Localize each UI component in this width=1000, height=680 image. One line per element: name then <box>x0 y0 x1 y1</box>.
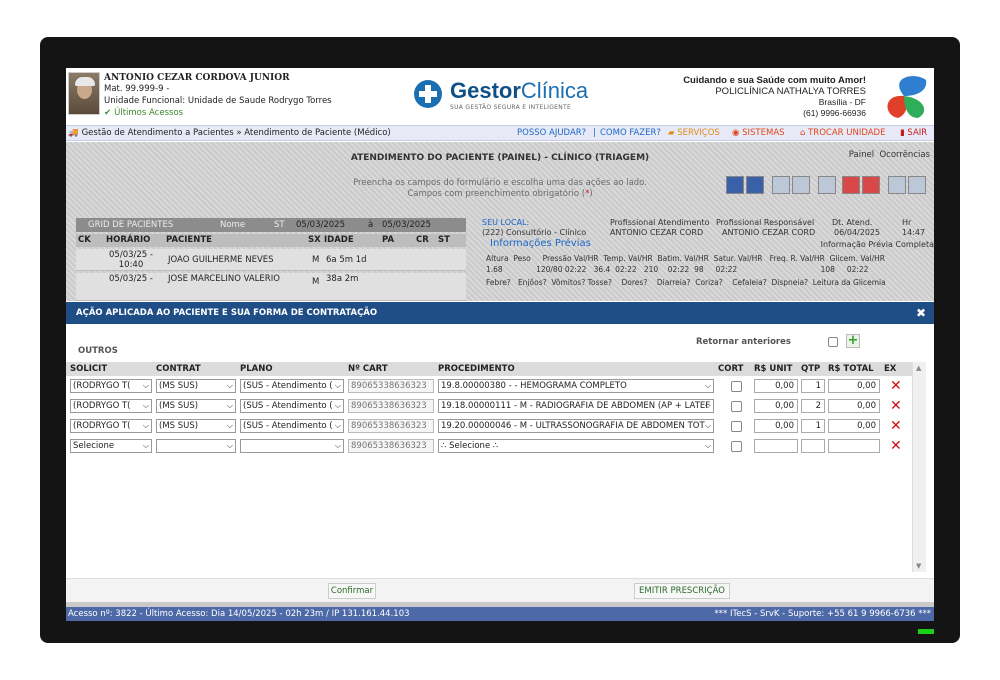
check-icon: ✔ <box>104 108 112 118</box>
panel-title: ATENDIMENTO DO PACIENTE (PAINEL) - CLÍNI… <box>350 153 650 163</box>
search-icon[interactable] <box>888 176 906 194</box>
cart-field[interactable]: 89065338636323 <box>348 379 434 393</box>
medical-cross-icon <box>414 80 442 108</box>
total-field: 0,00 <box>828 379 880 393</box>
modal-header: AÇÃO APLICADA AO PACIENTE E SUA FORMA DE… <box>66 302 934 324</box>
app-screen: ANTONIO CEZAR CORDOVA JUNIOR Mat. 99.999… <box>66 68 934 621</box>
return-previous-checkbox[interactable] <box>828 337 838 347</box>
user-name: ANTONIO CEZAR CORDOVA JUNIOR <box>104 73 290 83</box>
contrat-select[interactable]: ⌵ <box>156 439 236 453</box>
procedure-row: (RODRYGO T(⌵ (MS SUS) ⌵ (SUS - Atendiment… <box>66 419 912 438</box>
total-field <box>828 439 880 453</box>
cart-field[interactable]: 89065338636323 <box>348 439 434 453</box>
clinic-logo-icon <box>887 76 927 118</box>
document-icon[interactable] <box>792 176 810 194</box>
procedure-table-header: SOLICIT CONTRAT PLANO Nº CART PROCEDIMEN… <box>66 362 912 376</box>
services-link[interactable]: ▰ SERVIÇOS <box>668 126 720 140</box>
section-label: OUTROS <box>78 346 118 356</box>
first-page-icon[interactable] <box>726 176 744 194</box>
user-unit: Unidade Funcional: Unidade de Saude Rodr… <box>104 96 332 106</box>
add-row-button[interactable]: + <box>846 334 860 348</box>
procedure-select[interactable]: 19.20.00000046 - M - ULTRASSONOGRAFIA DE… <box>438 419 714 433</box>
unit-price-field[interactable]: 0,00 <box>754 379 798 393</box>
delete-icon[interactable]: ✕ <box>890 419 902 433</box>
delete-icon[interactable]: ✕ <box>890 439 902 453</box>
print-icon[interactable] <box>908 176 926 194</box>
exit-link[interactable]: ▮ SAIR <box>900 126 927 140</box>
plano-select[interactable]: (SUS - Atendimento (⌵ <box>240 399 344 413</box>
quantity-field[interactable]: 1 <box>801 379 825 393</box>
truck-icon: 🚚 <box>68 128 79 138</box>
total-field: 0,00 <box>828 419 880 433</box>
stop-icon[interactable] <box>862 176 880 194</box>
edit-icon[interactable] <box>772 176 790 194</box>
clinic-info: Cuidando e sua Saúde com muito Amor! POL… <box>683 75 866 118</box>
cort-checkbox[interactable] <box>731 381 742 392</box>
procedure-row: (RODRYGO T(⌵ (MS SUS) ⌵ (SUS - Atendiment… <box>66 399 912 418</box>
delete-icon[interactable]: ✕ <box>890 399 902 413</box>
modal-actions: Confirmar EMITIR PRESCRIÇÃO <box>66 578 934 602</box>
patient-grid-columns: CK HORÁRIO PACIENTE SX IDADE PA CR ST <box>76 234 466 247</box>
user-avatar <box>68 72 100 115</box>
patient-row[interactable]: 05/03/25 - JOSE MARCELINO VALERIO M 38a … <box>76 273 466 301</box>
plano-select[interactable]: ⌵ <box>240 439 344 453</box>
solicit-select[interactable]: (RODRYGO T(⌵ <box>70 379 152 393</box>
how-link[interactable]: COMO FAZER? <box>600 126 661 140</box>
unit-price-field[interactable] <box>754 439 798 453</box>
procedure-select[interactable]: 19.18.00000111 - M - RADIOGRAFIA DE ABDO… <box>438 399 714 413</box>
help-link[interactable]: POSSO AJUDAR? <box>517 126 586 140</box>
cancel-icon[interactable] <box>842 176 860 194</box>
power-led <box>918 629 934 634</box>
plano-select[interactable]: (SUS - Atendimento (⌵ <box>240 379 344 393</box>
quantity-field[interactable] <box>801 439 825 453</box>
scroll-down-icon: ▼ <box>916 562 922 570</box>
solicit-select[interactable]: (RODRYGO T(⌵ <box>70 399 152 413</box>
cort-checkbox[interactable] <box>731 401 742 412</box>
confirm-button[interactable]: Confirmar <box>328 583 376 599</box>
patient-grid-header: GRID DE PACIENTES Nome ST 05/03/2025 à 0… <box>76 218 466 232</box>
prev-page-icon[interactable] <box>746 176 764 194</box>
emit-prescription-button[interactable]: EMITIR PRESCRIÇÃO <box>634 583 730 599</box>
cart-field[interactable]: 89065338636323 <box>348 399 434 413</box>
delete-icon[interactable]: ✕ <box>890 379 902 393</box>
procedure-row: Selecione ⌵ ⌵ ⌵ 89065338636323 ∴ Selecion… <box>66 439 912 458</box>
cart-field[interactable]: 89065338636323 <box>348 419 434 433</box>
cort-checkbox[interactable] <box>731 441 742 452</box>
last-access-link[interactable]: ✔ Últimos Acessos <box>104 108 183 118</box>
gestor-clinica-logo: GestorClínica SUA GESTÃO SEGURA E INTELI… <box>414 78 604 118</box>
procedure-modal: OUTROS Retornar anteriores + SOLICIT CON… <box>66 324 934 602</box>
contrat-select[interactable]: (MS SUS) ⌵ <box>156 419 236 433</box>
nav-bar: 🚚 Gestão de Atendimento a Pacientes » Ate… <box>66 125 934 141</box>
breadcrumb: 🚚 Gestão de Atendimento a Pacientes » Ate… <box>68 128 391 138</box>
unit-price-field[interactable]: 0,00 <box>754 399 798 413</box>
total-field: 0,00 <box>828 399 880 413</box>
procedure-select[interactable]: ∴ Selecione ∴ ⌵ <box>438 439 714 453</box>
status-bar: Acesso nº: 3822 - Último Acesso: Dia 14/… <box>66 607 934 621</box>
quantity-field[interactable]: 2 <box>801 399 825 413</box>
user-mat: Mat. 99.999-9 - <box>104 84 170 94</box>
modal-scrollbar[interactable]: ▲ ▼ <box>912 362 926 572</box>
close-icon[interactable]: ✖ <box>916 302 926 324</box>
quantity-field[interactable]: 1 <box>801 419 825 433</box>
patient-row[interactable]: 05/03/25 - 10:40 JOAO GUILHERME NEVES M … <box>76 249 466 271</box>
panel-link[interactable]: Painel <box>849 150 874 160</box>
save-icon[interactable] <box>818 176 836 194</box>
attendance-info: SEU LOCAL: Profissional Atendimento Prof… <box>482 218 934 287</box>
procedure-row: (RODRYGO T(⌵ (MS SUS) ⌵ (SUS - Atendiment… <box>66 379 912 398</box>
panel-links: Painel Ocorrências <box>849 150 930 160</box>
cort-checkbox[interactable] <box>731 421 742 432</box>
plano-select[interactable]: (SUS - Atendimento (⌵ <box>240 419 344 433</box>
occurrences-link[interactable]: Ocorrências <box>879 150 930 160</box>
contrat-select[interactable]: (MS SUS) ⌵ <box>156 379 236 393</box>
procedure-select[interactable]: 19.8.00000380 - - HEMOGRAMA COMPLETO ⌵ <box>438 379 714 393</box>
solicit-select[interactable]: (RODRYGO T(⌵ <box>70 419 152 433</box>
solicit-select[interactable]: Selecione ⌵ <box>70 439 152 453</box>
change-unit-link[interactable]: ⌂ TROCAR UNIDADE <box>800 126 885 140</box>
app-header: ANTONIO CEZAR CORDOVA JUNIOR Mat. 99.999… <box>66 68 934 124</box>
return-previous-label: Retornar anteriores <box>696 337 791 347</box>
systems-link[interactable]: ◉ SISTEMAS <box>732 126 785 140</box>
scroll-up-icon: ▲ <box>916 364 922 372</box>
unit-price-field[interactable]: 0,00 <box>754 419 798 433</box>
contrat-select[interactable]: (MS SUS) ⌵ <box>156 399 236 413</box>
